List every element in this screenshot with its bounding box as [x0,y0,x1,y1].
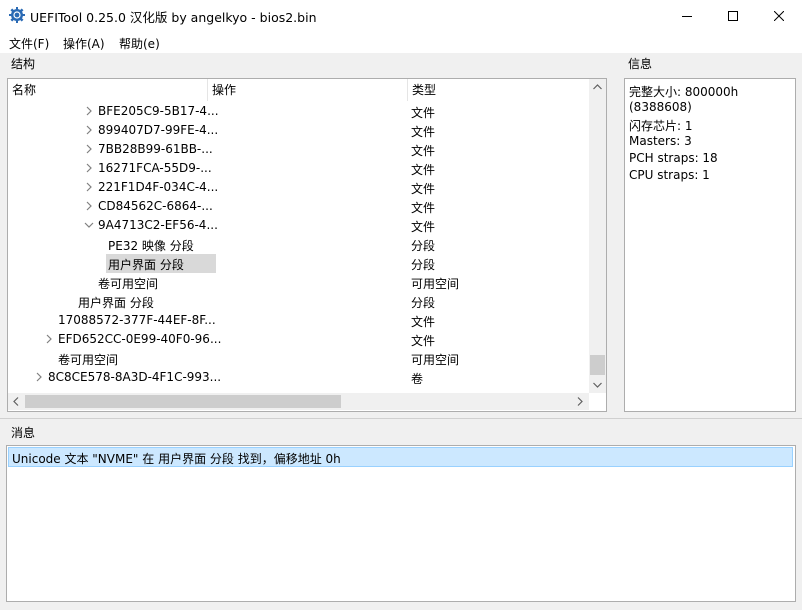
scroll-left-icon[interactable] [13,397,19,406]
column-header-type[interactable]: 类型 [408,79,593,101]
menu-bar: 文件(F) 操作(A) 帮助(e) [0,31,802,53]
tree-item-type: 文件 [411,125,436,139]
tree-row[interactable]: PE32 映像 分段 分段 [8,235,593,254]
tree-item-name: 9A4713C2-EF56-4... [98,218,218,232]
splitter[interactable] [0,418,802,419]
tree-rows: BFE205C9-5B17-4... 文件 899407D7-99FE-4... 文件… [8,102,593,392]
message-text: Unicode 文本 "NVME" 在 用户界面 分段 找到，偏移地址 0h [12,452,341,466]
chevron-right-icon[interactable] [84,106,94,116]
tree-item-type: 文件 [411,182,436,196]
tree-row[interactable]: 16271FCA-55D9-... 文件 [8,159,593,178]
tree-row[interactable]: 899407D7-99FE-4... 文件 [8,121,593,140]
tree-item-name: BFE205C9-5B17-4... [98,104,219,118]
messages-label: 消息 [11,426,36,440]
tree-item-name: EFD652CC-0E99-40F0-96... [58,332,222,346]
info-line: PCH straps: 18 [629,151,718,165]
tree-item-name: 16271FCA-55D9-... [98,161,212,175]
tree-item-type: 分段 [411,258,436,272]
scroll-up-icon[interactable] [593,84,602,90]
tree-item-type: 可用空间 [411,353,460,367]
tree-row[interactable]: 9A4713C2-EF56-4... 文件 [8,216,593,235]
info-line: Masters: 3 [629,134,692,148]
tree-item-type: 分段 [411,296,436,310]
tree-item-name: 卷可用空间 [58,353,119,367]
tree-row[interactable]: 221F1D4F-034C-4... 文件 [8,178,593,197]
tree-item-name: 7BB28B99-61BB-... [98,142,213,156]
chevron-right-icon[interactable] [84,163,94,173]
menu-action[interactable]: 操作(A) [63,35,105,52]
close-button[interactable] [756,0,802,31]
close-icon [774,10,784,21]
tree-vertical-scrollbar[interactable] [589,79,606,393]
tree-item-name: 221F1D4F-034C-4... [98,180,219,194]
menu-file[interactable]: 文件(F) [9,35,49,52]
tree-item-type: 文件 [411,201,436,215]
column-header-name[interactable]: 名称 [8,79,208,101]
tree-item-type: 文件 [411,163,436,177]
tree-item-type: 可用空间 [411,277,460,291]
info-line: 闪存芯片: 1 [629,119,693,133]
structure-tree[interactable]: 名称 操作 类型 BFE205C9-5B17-4... 文件 899407D7-99… [7,78,607,412]
minimize-icon [682,15,692,17]
info-line: CPU straps: 1 [629,168,710,182]
title-bar: UEFITool 0.25.0 汉化版 by angelkyo - bios2.… [0,0,802,31]
tree-item-type: 文件 [411,334,436,348]
tree-item-name: 899407D7-99FE-4... [98,123,219,137]
chevron-right-icon[interactable] [34,372,44,382]
message-item[interactable]: Unicode 文本 "NVME" 在 用户界面 分段 找到，偏移地址 0h [8,447,793,467]
tree-row[interactable]: 7BB28B99-61BB-... 文件 [8,140,593,159]
chevron-right-icon[interactable] [44,334,54,344]
maximize-icon [728,10,738,21]
column-header-action[interactable]: 操作 [208,79,408,101]
tree-row[interactable]: 用户界面 分段 分段 [8,254,593,273]
tree-row[interactable]: 17088572-377F-44EF-8F... 文件 [8,311,593,330]
tree-item-type: 文件 [411,106,436,120]
info-label: 信息 [628,57,653,71]
info-panel[interactable]: 完整大小: 800000h (8388608) 闪存芯片: 1 Masters:… [624,78,796,412]
tree-header: 名称 操作 类型 [8,79,593,101]
tree-item-name: 卷可用空间 [98,277,159,291]
tree-item-type: 分段 [411,239,436,253]
chevron-right-icon[interactable] [84,182,94,192]
tree-row[interactable]: 用户界面 分段 分段 [8,292,593,311]
info-line: (8388608) [629,100,692,114]
tree-horizontal-scrollbar[interactable] [8,393,589,410]
structure-label: 结构 [11,57,36,71]
tree-row[interactable]: EFD652CC-0E99-40F0-96... 文件 [8,330,593,349]
scroll-right-icon[interactable] [577,397,583,406]
window-title: UEFITool 0.25.0 汉化版 by angelkyo - bios2.… [30,10,317,25]
tree-item-name: PE32 映像 分段 [108,239,194,253]
horizontal-scroll-thumb[interactable] [25,395,341,408]
tree-item-name: 17088572-377F-44EF-8F... [58,313,216,327]
tree-row[interactable]: BFE205C9-5B17-4... 文件 [8,102,593,121]
chevron-down-icon[interactable] [84,220,94,230]
tree-row[interactable]: 卷可用空间 可用空间 [8,273,593,292]
tree-item-type: 文件 [411,220,436,234]
tree-item-name: 用户界面 分段 [108,258,184,272]
scroll-down-icon[interactable] [593,382,602,388]
tree-item-name: 用户界面 分段 [78,296,154,310]
tree-row[interactable]: 8C8CE578-8A3D-4F1C-993... 卷 [8,368,593,387]
minimize-button[interactable] [664,0,710,31]
messages-list[interactable]: Unicode 文本 "NVME" 在 用户界面 分段 找到，偏移地址 0h [6,445,796,602]
chevron-right-icon[interactable] [84,144,94,154]
maximize-button[interactable] [710,0,756,31]
uefi-gear-icon [9,7,25,23]
info-line: 完整大小: 800000h [629,85,739,99]
chevron-right-icon[interactable] [84,125,94,135]
tree-item-type: 卷 [411,372,424,386]
vertical-scroll-thumb[interactable] [590,355,605,375]
tree-item-name: 8C8CE578-8A3D-4F1C-993... [48,370,222,384]
tree-row[interactable]: 卷可用空间 可用空间 [8,349,593,368]
chevron-right-icon[interactable] [84,201,94,211]
tree-row[interactable]: CD84562C-6864-... 文件 [8,197,593,216]
tree-item-type: 文件 [411,144,436,158]
tree-item-name: CD84562C-6864-... [98,199,213,213]
menu-help[interactable]: 帮助(e) [119,35,160,52]
tree-item-type: 文件 [411,315,436,329]
